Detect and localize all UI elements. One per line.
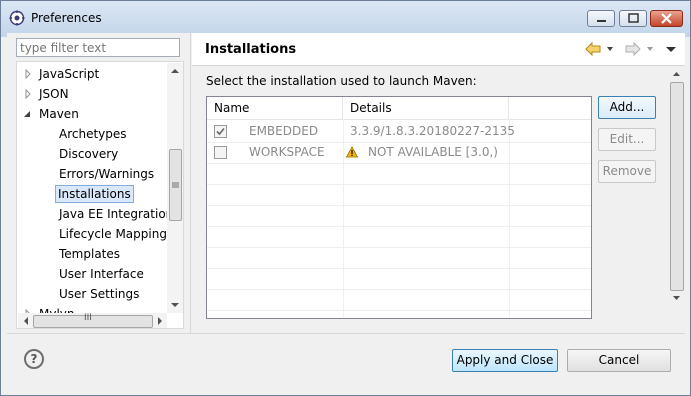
table-row[interactable]: EMBEDDED 3.3.9/1.8.3.20180227-2135 bbox=[207, 121, 591, 143]
footer-divider bbox=[7, 333, 685, 334]
installations-table: Name Details EMBEDDED 3.3.9/1.8.3.201802… bbox=[206, 96, 592, 319]
table-row[interactable]: WORKSPACE NOT AVAILABLE [3.0,) bbox=[207, 142, 591, 164]
checkmark-icon bbox=[216, 127, 225, 136]
window-title: Preferences bbox=[31, 11, 102, 25]
tree-item-javascript[interactable]: JavaScript bbox=[20, 65, 101, 83]
scroll-down-arrow-icon[interactable] bbox=[668, 292, 685, 304]
page-title: Installations bbox=[205, 42, 297, 57]
installation-details: NOT AVAILABLE [3.0,) bbox=[368, 145, 498, 159]
tree-item-archetypes[interactable]: Archetypes bbox=[57, 125, 129, 143]
scrollbar-thumb[interactable]: III bbox=[33, 313, 153, 328]
instruction-text: Select the installation used to launch M… bbox=[206, 74, 477, 88]
tree-item-user-settings[interactable]: User Settings bbox=[57, 285, 141, 303]
apply-and-close-button[interactable]: Apply and Close bbox=[452, 349, 558, 372]
warning-icon bbox=[346, 146, 358, 158]
table-row-empty bbox=[207, 226, 591, 248]
expand-arrow-icon[interactable] bbox=[23, 85, 33, 103]
back-arrow-icon[interactable] bbox=[585, 41, 601, 57]
tree-item-label: Lifecycle Mappings bbox=[59, 227, 174, 241]
tree-item-json[interactable]: JSON bbox=[20, 85, 71, 103]
table-row-empty bbox=[207, 289, 591, 311]
table-row-empty bbox=[207, 268, 591, 290]
dialog-content: JavaScript JSON Maven Archetypes Discove… bbox=[7, 33, 685, 391]
tree-item-templates[interactable]: Templates bbox=[57, 245, 122, 263]
preferences-tree: JavaScript JSON Maven Archetypes Discove… bbox=[16, 61, 184, 329]
forward-arrow-icon[interactable] bbox=[625, 41, 641, 57]
column-header-details[interactable]: Details bbox=[343, 97, 509, 119]
tree-item-errors-warnings[interactable]: Errors/Warnings bbox=[57, 165, 156, 183]
table-row-empty bbox=[207, 163, 591, 185]
preferences-window: Preferences JavaScript JSON bbox=[0, 0, 691, 396]
tree-item-label: JSON bbox=[39, 87, 69, 101]
tree-item-label: Maven bbox=[39, 107, 79, 121]
scroll-up-arrow-icon[interactable] bbox=[167, 65, 183, 77]
scroll-left-arrow-icon[interactable] bbox=[20, 313, 32, 329]
grip-icon bbox=[172, 182, 179, 188]
tree-item-label: Java EE Integration bbox=[59, 207, 174, 221]
scroll-up-arrow-icon[interactable] bbox=[668, 68, 685, 80]
installation-name: EMBEDDED bbox=[249, 124, 319, 138]
table-row-empty bbox=[207, 247, 591, 269]
help-icon: ? bbox=[30, 352, 38, 366]
tree-item-label: User Interface bbox=[59, 267, 144, 281]
minimize-button[interactable] bbox=[587, 10, 615, 27]
maximize-icon bbox=[628, 13, 639, 23]
installations-page: Select the installation used to launch M… bbox=[192, 66, 685, 333]
help-button[interactable]: ? bbox=[24, 349, 44, 369]
tree-item-installations[interactable]: Installations bbox=[55, 185, 134, 203]
scrollbar-thumb[interactable] bbox=[670, 82, 684, 291]
installation-name: WORKSPACE bbox=[249, 145, 325, 159]
forward-menu-chevron-icon[interactable] bbox=[645, 41, 655, 57]
back-menu-chevron-icon[interactable] bbox=[605, 41, 615, 57]
close-button[interactable] bbox=[650, 10, 683, 27]
scroll-right-arrow-icon[interactable] bbox=[154, 313, 166, 329]
filter-input[interactable] bbox=[17, 39, 170, 56]
tree-vertical-scrollbar[interactable] bbox=[167, 63, 183, 313]
view-menu-icon[interactable] bbox=[665, 41, 677, 57]
maximize-button[interactable] bbox=[619, 10, 647, 27]
table-row-empty bbox=[207, 184, 591, 206]
tree-item-label: Discovery bbox=[59, 147, 119, 161]
minimize-icon bbox=[597, 20, 606, 22]
tree-item-label: Archetypes bbox=[59, 127, 127, 141]
title-bar: Preferences bbox=[1, 1, 690, 37]
tree-item-label: User Settings bbox=[59, 287, 140, 301]
tree-item-maven[interactable]: Maven bbox=[20, 105, 81, 123]
expand-arrow-icon[interactable] bbox=[23, 305, 33, 313]
close-icon bbox=[661, 13, 672, 24]
tree-item-lifecycle-mappings[interactable]: Lifecycle Mappings bbox=[57, 225, 175, 243]
column-header-name[interactable]: Name bbox=[207, 97, 343, 119]
tree-item-label: Templates bbox=[59, 247, 121, 261]
page-header: Installations bbox=[192, 33, 685, 66]
edit-button[interactable]: Edit... bbox=[598, 128, 656, 151]
collapse-arrow-icon[interactable] bbox=[23, 105, 33, 123]
add-button[interactable]: Add... bbox=[598, 96, 656, 119]
cancel-button[interactable]: Cancel bbox=[567, 349, 671, 372]
scrollbar-thumb[interactable] bbox=[169, 149, 182, 221]
tree-item-java-ee-integration[interactable]: Java EE Integration bbox=[57, 205, 175, 223]
tree-item-label: JavaScript bbox=[39, 67, 100, 81]
row-checkbox[interactable] bbox=[214, 146, 227, 159]
remove-button[interactable]: Remove bbox=[598, 160, 656, 183]
tree-item-discovery[interactable]: Discovery bbox=[57, 145, 120, 163]
expand-arrow-icon[interactable] bbox=[23, 65, 33, 83]
tree-item-label: Mylyn bbox=[37, 305, 77, 313]
row-checkbox[interactable] bbox=[214, 125, 227, 138]
table-header: Name Details bbox=[207, 97, 591, 120]
tree-item-label: Installations bbox=[55, 185, 134, 203]
installation-details: 3.3.9/1.8.3.20180227-2135 bbox=[350, 124, 515, 138]
grip-label: III bbox=[84, 313, 92, 323]
table-row-empty bbox=[207, 205, 591, 227]
tree-horizontal-scrollbar[interactable]: III bbox=[18, 313, 167, 329]
tree-item-label: Errors/Warnings bbox=[59, 167, 155, 181]
eclipse-preferences-icon bbox=[9, 10, 25, 26]
tree-item-user-interface[interactable]: User Interface bbox=[57, 265, 146, 283]
scroll-down-arrow-icon[interactable] bbox=[167, 299, 183, 311]
tree-item-mylyn[interactable]: Mylyn bbox=[20, 305, 77, 313]
page-vertical-scrollbar[interactable] bbox=[668, 66, 685, 333]
panel-sash[interactable] bbox=[190, 33, 191, 333]
filter-field[interactable] bbox=[16, 38, 180, 57]
